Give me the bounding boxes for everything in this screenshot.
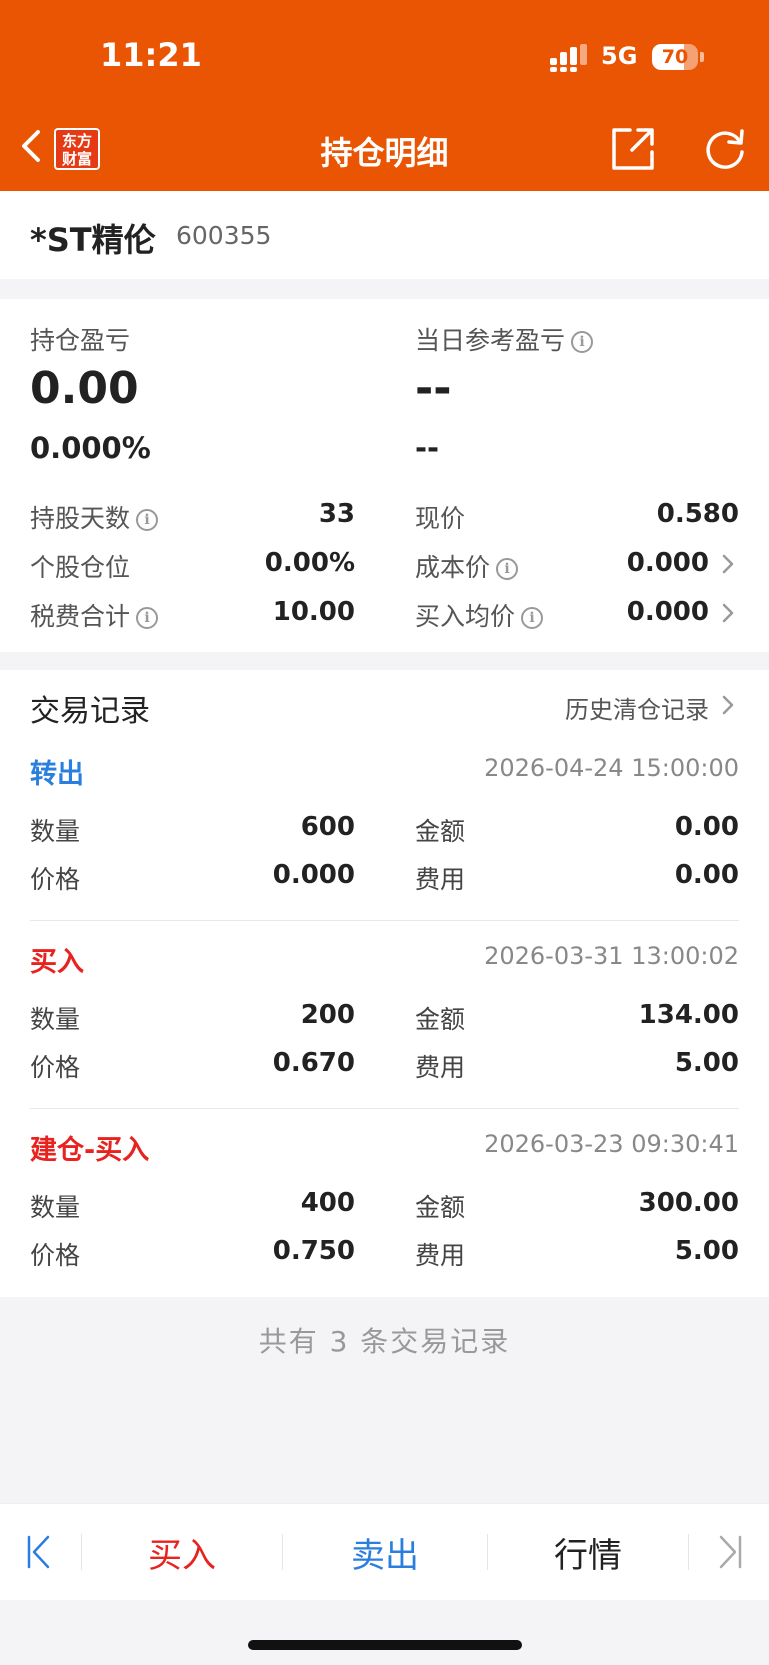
holding-days-label-text: 持股天数 [30,504,131,533]
daily-pnl-value: -- [415,363,452,414]
bottom-action-bar: 买入 卖出 行情 [0,1503,769,1600]
trade-record[interactable]: 建仓-买入 2026-03-23 09:30:41 数量 400 金额 300.… [0,1112,769,1300]
daily-pnl-percent: -- [415,431,440,465]
record-time: 2026-04-24 15:00:00 [484,754,739,782]
stock-header: *ST精伦 600355 [0,191,769,279]
record-time: 2026-03-23 09:30:41 [484,1130,739,1158]
tax-total-value: 10.00 [272,597,355,627]
amount-value: 0.00 [674,812,739,842]
battery-tip [700,52,704,62]
battery-level: 70 [661,46,689,68]
info-icon[interactable]: i [136,509,159,531]
network-type: 5G [601,42,638,70]
price-value: 0.000 [272,860,355,890]
divider [30,920,739,921]
trade-record[interactable]: 买入 2026-03-31 13:00:02 数量 200 金额 134.00 … [0,924,769,1112]
app-header: 11:21 5G 70 东方 财富 持仓明细 [0,0,769,191]
chevron-right-icon[interactable] [721,602,735,624]
pnl-value: 0.00 [30,363,139,414]
pnl-percent: 0.000% [30,431,151,465]
price-label: 价格 [30,865,81,894]
sell-button[interactable]: 卖出 [283,1528,487,1577]
fee-label: 费用 [415,1053,466,1082]
fee-value: 0.00 [674,860,739,890]
stock-name: *ST精伦 [30,221,156,259]
trade-record[interactable]: 转出 2026-04-24 15:00:00 数量 600 金额 0.00 价格… [0,736,769,924]
chevron-right-icon[interactable] [721,553,735,575]
price-value: 0.750 [272,1236,355,1266]
qty-label: 数量 [30,1005,81,1034]
buy-button[interactable]: 买入 [82,1528,282,1577]
price-label: 价格 [30,1241,81,1270]
daily-pnl-label: 当日参考盈亏 i [415,321,594,357]
cost-price-value[interactable]: 0.000 [627,548,709,578]
current-price-value: 0.580 [656,499,739,529]
amount-value: 300.00 [638,1188,739,1218]
avg-buy-price-value[interactable]: 0.000 [627,597,709,627]
qty-label: 数量 [30,817,81,846]
home-indicator[interactable] [248,1640,522,1650]
qty-value: 600 [300,812,355,842]
status-time: 11:21 [100,36,202,74]
stock-code: 600355 [176,221,272,250]
amount-label: 金额 [415,1005,466,1034]
divider [688,1534,689,1570]
last-stock-icon[interactable] [717,1534,743,1570]
position-ratio-label: 个股仓位 [30,553,131,582]
qty-value: 400 [300,1188,355,1218]
price-value: 0.670 [272,1048,355,1078]
record-type: 转出 [30,759,84,790]
qty-value: 200 [300,1000,355,1030]
position-summary: 持仓盈亏 0.00 0.000% 当日参考盈亏 i -- -- 持股天数 i 33 … [0,299,769,652]
fee-value: 5.00 [674,1048,739,1078]
records-count: 共有 3 条交易记录 [258,1325,511,1358]
refresh-icon[interactable] [702,126,748,172]
cost-price-label-text: 成本价 [415,553,491,582]
tax-total-label-text: 税费合计 [30,602,131,631]
record-type: 买入 [30,947,84,978]
info-icon[interactable]: i [136,607,159,629]
market-button[interactable]: 行情 [488,1528,688,1577]
amount-value: 134.00 [638,1000,739,1030]
divider [30,1108,739,1109]
cost-price-label: 成本价 i [415,548,519,584]
record-time: 2026-03-31 13:00:02 [484,942,739,970]
position-ratio-value: 0.00% [264,548,355,578]
share-icon[interactable] [610,126,656,172]
price-label: 价格 [30,1053,81,1082]
info-icon[interactable]: i [571,331,594,353]
fee-label: 费用 [415,865,466,894]
holding-days-value: 33 [318,499,355,529]
signal-icon [550,44,587,72]
record-type: 建仓-买入 [30,1135,150,1166]
fee-value: 5.00 [674,1236,739,1266]
battery-icon: 70 [652,44,698,70]
fee-label: 费用 [415,1241,466,1270]
chevron-right-icon[interactable] [721,694,735,716]
pnl-label: 持仓盈亏 [30,326,131,355]
history-clear-link[interactable]: 历史清仓记录 [565,690,709,725]
daily-pnl-label-text: 当日参考盈亏 [415,326,566,355]
info-icon[interactable]: i [496,558,519,580]
avg-buy-price-label: 买入均价 i [415,597,544,633]
avg-buy-price-label-text: 买入均价 [415,602,516,631]
holding-days-label: 持股天数 i [30,499,159,535]
amount-label: 金额 [415,1193,466,1222]
info-icon[interactable]: i [521,607,544,629]
current-price-label: 现价 [415,504,466,533]
trade-records: 交易记录 历史清仓记录 转出 2026-04-24 15:00:00 数量 60… [0,670,769,1297]
first-stock-icon[interactable] [26,1534,52,1570]
qty-label: 数量 [30,1193,81,1222]
tax-total-label: 税费合计 i [30,597,159,633]
amount-label: 金额 [415,817,466,846]
records-title: 交易记录 [30,694,150,729]
